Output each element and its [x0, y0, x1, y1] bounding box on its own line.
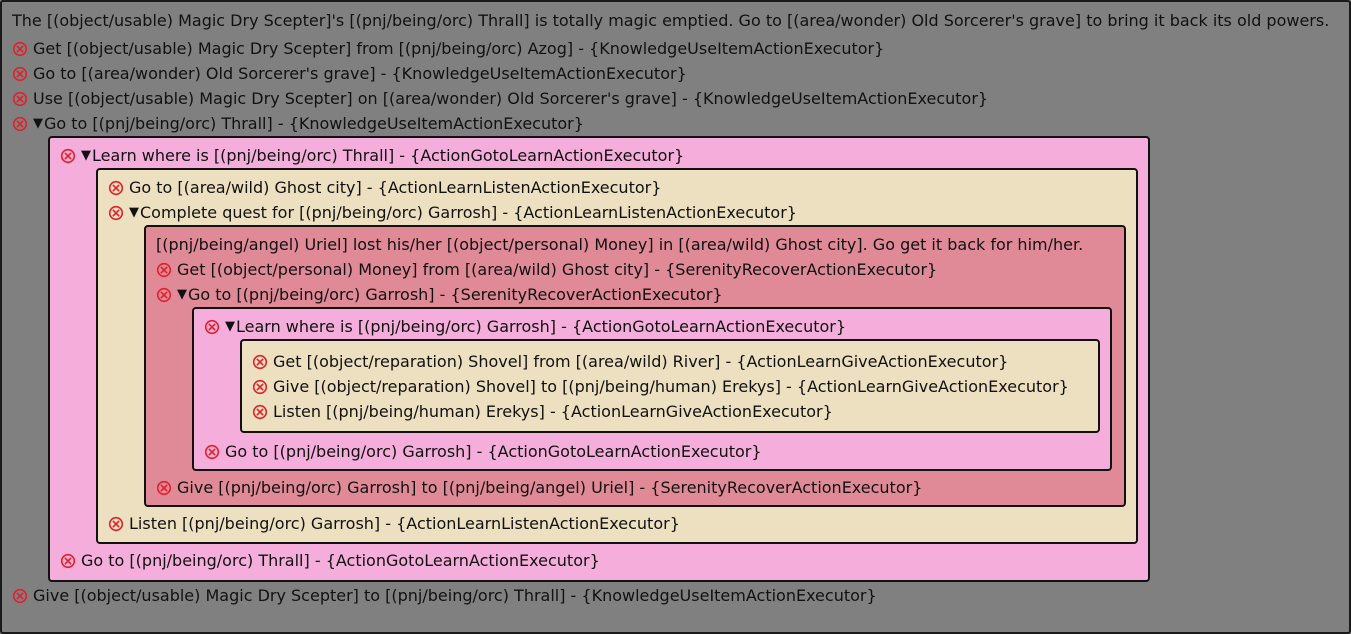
- quest-step[interactable]: Give [(object/reparation) Shovel] to [(p…: [252, 374, 1088, 399]
- quest-step-label: Go to [(pnj/being/orc) Thrall] - {Knowle…: [44, 114, 584, 133]
- subquest-listen: Go to [(area/wild) Ghost city] - {Action…: [96, 168, 1138, 544]
- quest-step-label: Go to [(pnj/being/orc) Garrosh] - {Seren…: [188, 285, 723, 304]
- quest-step[interactable]: Listen [(pnj/being/human) Erekys] - {Act…: [252, 399, 1088, 424]
- failed-status-icon: [108, 516, 124, 532]
- quest-step[interactable]: Go to [(area/wonder) Old Sorcerer's grav…: [12, 61, 1339, 86]
- failed-status-icon: [12, 588, 28, 604]
- failed-status-icon: [60, 148, 76, 164]
- quest-step-label: Get [(object/reparation) Shovel] from [(…: [273, 352, 1009, 371]
- quest-step-label: Complete quest for [(pnj/being/orc) Garr…: [140, 203, 797, 222]
- subquest-serenity: [(pnj/being/angel) Uriel] lost his/her […: [144, 225, 1126, 507]
- quest-step-label: Get [(object/personal) Money] from [(are…: [177, 260, 938, 279]
- failed-status-icon: [204, 444, 220, 460]
- expand-triangle-icon[interactable]: ▼: [33, 116, 44, 132]
- subquest-description: [(pnj/being/angel) Uriel] lost his/her […: [156, 235, 1084, 254]
- quest-step-label: Go to [(pnj/being/orc) Thrall] - {Action…: [81, 551, 600, 570]
- quest-step-label: Go to [(area/wild) Ghost city] - {Action…: [129, 178, 662, 197]
- quest-step[interactable]: Get [(object/usable) Magic Dry Scepter] …: [12, 36, 1339, 61]
- quest-step-expandable[interactable]: ▼ Go to [(pnj/being/orc) Garrosh] - {Ser…: [156, 282, 1114, 307]
- subquest-learn-garrosh: ▼ Learn where is [(pnj/being/orc) Garros…: [192, 307, 1112, 471]
- expand-triangle-icon[interactable]: ▼: [225, 319, 236, 335]
- quest-step[interactable]: Go to [(pnj/being/orc) Thrall] - {Action…: [60, 548, 1138, 573]
- failed-status-icon: [108, 205, 124, 221]
- expand-triangle-icon[interactable]: ▼: [81, 148, 92, 164]
- failed-status-icon: [156, 262, 172, 278]
- subquest-header-label: Learn where is [(pnj/being/orc) Garrosh]…: [236, 317, 847, 336]
- quest-step-label: Give [(pnj/being/orc) Garrosh] to [(pnj/…: [177, 478, 923, 497]
- quest-step[interactable]: Get [(object/personal) Money] from [(are…: [156, 257, 1114, 282]
- failed-status-icon: [252, 404, 268, 420]
- failed-status-icon: [204, 319, 220, 335]
- quest-step[interactable]: Get [(object/reparation) Shovel] from [(…: [252, 349, 1088, 374]
- expand-triangle-icon[interactable]: ▼: [177, 287, 188, 303]
- quest-step-label: Listen [(pnj/being/orc) Garrosh] - {Acti…: [129, 514, 680, 533]
- expand-triangle-icon[interactable]: ▼: [129, 205, 140, 221]
- quest-step-expandable[interactable]: ▼ Complete quest for [(pnj/being/orc) Ga…: [108, 200, 1126, 225]
- failed-status-icon: [12, 41, 28, 57]
- subquest-give: Get [(object/reparation) Shovel] from [(…: [240, 339, 1100, 433]
- quest-step[interactable]: Give [(object/usable) Magic Dry Scepter]…: [12, 583, 1339, 608]
- failed-status-icon: [60, 553, 76, 569]
- failed-status-icon: [12, 91, 28, 107]
- quest-step-expandable[interactable]: ▼ Go to [(pnj/being/orc) Thrall] - {Know…: [12, 111, 1339, 136]
- quest-step-label: Use [(object/usable) Magic Dry Scepter] …: [33, 89, 989, 108]
- quest-step[interactable]: Use [(object/usable) Magic Dry Scepter] …: [12, 86, 1339, 111]
- failed-status-icon: [108, 180, 124, 196]
- quest-tree-panel: The [(object/usable) Magic Dry Scepter]'…: [0, 0, 1351, 634]
- quest-step-label: Go to [(pnj/being/orc) Garrosh] - {Actio…: [225, 442, 762, 461]
- quest-step[interactable]: Go to [(pnj/being/orc) Garrosh] - {Actio…: [204, 439, 1100, 464]
- subquest-learn-thrall: ▼ Learn where is [(pnj/being/orc) Thrall…: [48, 136, 1150, 582]
- quest-step-label: Give [(object/reparation) Shovel] to [(p…: [273, 377, 1069, 396]
- failed-status-icon: [252, 354, 268, 370]
- quest-step-label: Give [(object/usable) Magic Dry Scepter]…: [33, 586, 877, 605]
- failed-status-icon: [156, 287, 172, 303]
- quest-step[interactable]: Go to [(area/wild) Ghost city] - {Action…: [108, 175, 1126, 200]
- failed-status-icon: [12, 66, 28, 82]
- quest-step[interactable]: Give [(pnj/being/orc) Garrosh] to [(pnj/…: [156, 475, 1114, 500]
- quest-step-label: Get [(object/usable) Magic Dry Scepter] …: [33, 39, 885, 58]
- quest-step[interactable]: Listen [(pnj/being/orc) Garrosh] - {Acti…: [108, 511, 1126, 536]
- failed-status-icon: [252, 379, 268, 395]
- subquest-header[interactable]: ▼ Learn where is [(pnj/being/orc) Garros…: [204, 314, 1100, 339]
- quest-description: The [(object/usable) Magic Dry Scepter]'…: [12, 11, 1330, 30]
- quest-step-label: Listen [(pnj/being/human) Erekys] - {Act…: [273, 402, 833, 421]
- subquest-header-label: Learn where is [(pnj/being/orc) Thrall] …: [92, 146, 685, 165]
- quest-step-label: Go to [(area/wonder) Old Sorcerer's grav…: [33, 64, 687, 83]
- failed-status-icon: [156, 480, 172, 496]
- subquest-header[interactable]: ▼ Learn where is [(pnj/being/orc) Thrall…: [60, 143, 1138, 168]
- failed-status-icon: [12, 116, 28, 132]
